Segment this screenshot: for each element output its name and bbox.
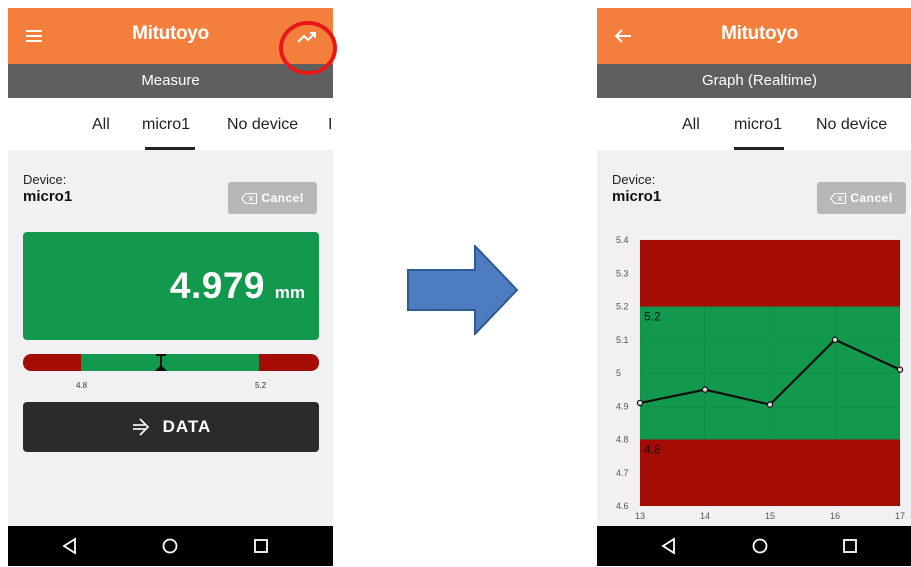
measurement-value: 4.979 [169, 265, 265, 306]
tab-overflow[interactable]: I [328, 116, 332, 134]
nav-recents-icon[interactable] [840, 536, 860, 556]
device-label: Device: [23, 172, 67, 187]
brand-logo: Mitutoyo [721, 23, 798, 44]
measurement-unit: mm [274, 283, 305, 302]
data-point [636, 399, 644, 407]
data-point [701, 386, 709, 393]
tab-no-device[interactable]: No device [227, 116, 298, 134]
cancel-button[interactable]: Cancel [817, 182, 906, 214]
y-tick-label: 5 [616, 368, 621, 378]
measure-content: Device: micro1 Cancel 4.979 mm 4.8 5.2 D… [8, 150, 333, 526]
tolerance-gauge [23, 354, 319, 371]
cancel-label: Cancel [850, 191, 893, 205]
backspace-icon [241, 192, 258, 204]
y-tick-label: 4.9 [616, 401, 629, 411]
tab-micro1[interactable]: micro1 [734, 116, 782, 134]
x-tick-label: 14 [700, 511, 710, 521]
nav-recents-icon[interactable] [251, 536, 271, 556]
device-name: micro1 [23, 188, 73, 205]
cancel-button[interactable]: Cancel [228, 182, 317, 214]
screen-title: Graph (Realtime) [597, 64, 911, 98]
x-tick-label: 13 [635, 511, 645, 521]
limit-annotation: 4.8 [644, 443, 661, 457]
right-arrow-icon [407, 245, 519, 335]
backspace-icon [830, 192, 847, 204]
measurement-readout: 4.979 mm [23, 232, 319, 340]
y-tick-label: 5.4 [616, 235, 629, 245]
x-tick-label: 15 [765, 511, 775, 521]
app-bar: Mitutoyo [597, 8, 911, 64]
nav-back-icon[interactable] [60, 536, 80, 556]
gauge-upper-label: 5.2 [255, 381, 267, 390]
nav-home-icon[interactable] [160, 536, 180, 556]
tab-all[interactable]: All [682, 116, 700, 134]
x-tick-label: 16 [830, 511, 840, 521]
system-nav-bar [8, 526, 333, 566]
x-tick-label: 17 [895, 511, 905, 521]
data-button[interactable]: DATA [23, 402, 319, 452]
data-point [766, 401, 774, 408]
y-tick-label: 4.8 [616, 435, 629, 445]
nav-back-icon[interactable] [659, 536, 679, 556]
y-tick-label: 5.2 [616, 302, 629, 312]
y-tick-label: 4.7 [616, 468, 629, 478]
device-label: Device: [612, 172, 656, 187]
tab-all[interactable]: All [92, 116, 110, 134]
limit-annotation: 5.2 [644, 310, 661, 324]
y-tick-label: 5.1 [616, 335, 629, 345]
graph-content: Device: micro1 Cancel 4.6 4.7 4.8 4.9 5 5.1 5.… [597, 150, 911, 526]
device-name: micro1 [612, 188, 662, 205]
measure-screen: Mitutoyo Measure All micro1 No device I … [8, 8, 333, 566]
highlight-circle [279, 21, 337, 75]
cancel-label: Cancel [261, 191, 304, 205]
graph-screen: Mitutoyo Graph (Realtime) All micro1 No … [597, 8, 911, 566]
y-tick-label: 5.3 [616, 268, 629, 278]
device-tabs: All micro1 No device I [8, 98, 333, 150]
data-button-label: DATA [162, 417, 212, 436]
data-point [831, 336, 839, 343]
tab-micro1[interactable]: micro1 [142, 116, 190, 134]
data-point [896, 366, 904, 373]
realtime-graph: 4.6 4.7 4.8 4.9 5 5.1 5.2 5.3 5.4 13 14 15 16 17 5.2 4.… [616, 235, 905, 521]
gauge-in-tolerance [81, 354, 259, 371]
device-tabs: All micro1 No device [597, 98, 911, 150]
system-nav-bar [597, 526, 911, 566]
gauge-lower-label: 4.8 [76, 381, 88, 390]
arrow-into-icon [132, 418, 149, 436]
tab-no-device[interactable]: No device [816, 116, 887, 134]
nav-home-icon[interactable] [750, 536, 770, 556]
y-tick-label: 4.6 [616, 501, 629, 511]
